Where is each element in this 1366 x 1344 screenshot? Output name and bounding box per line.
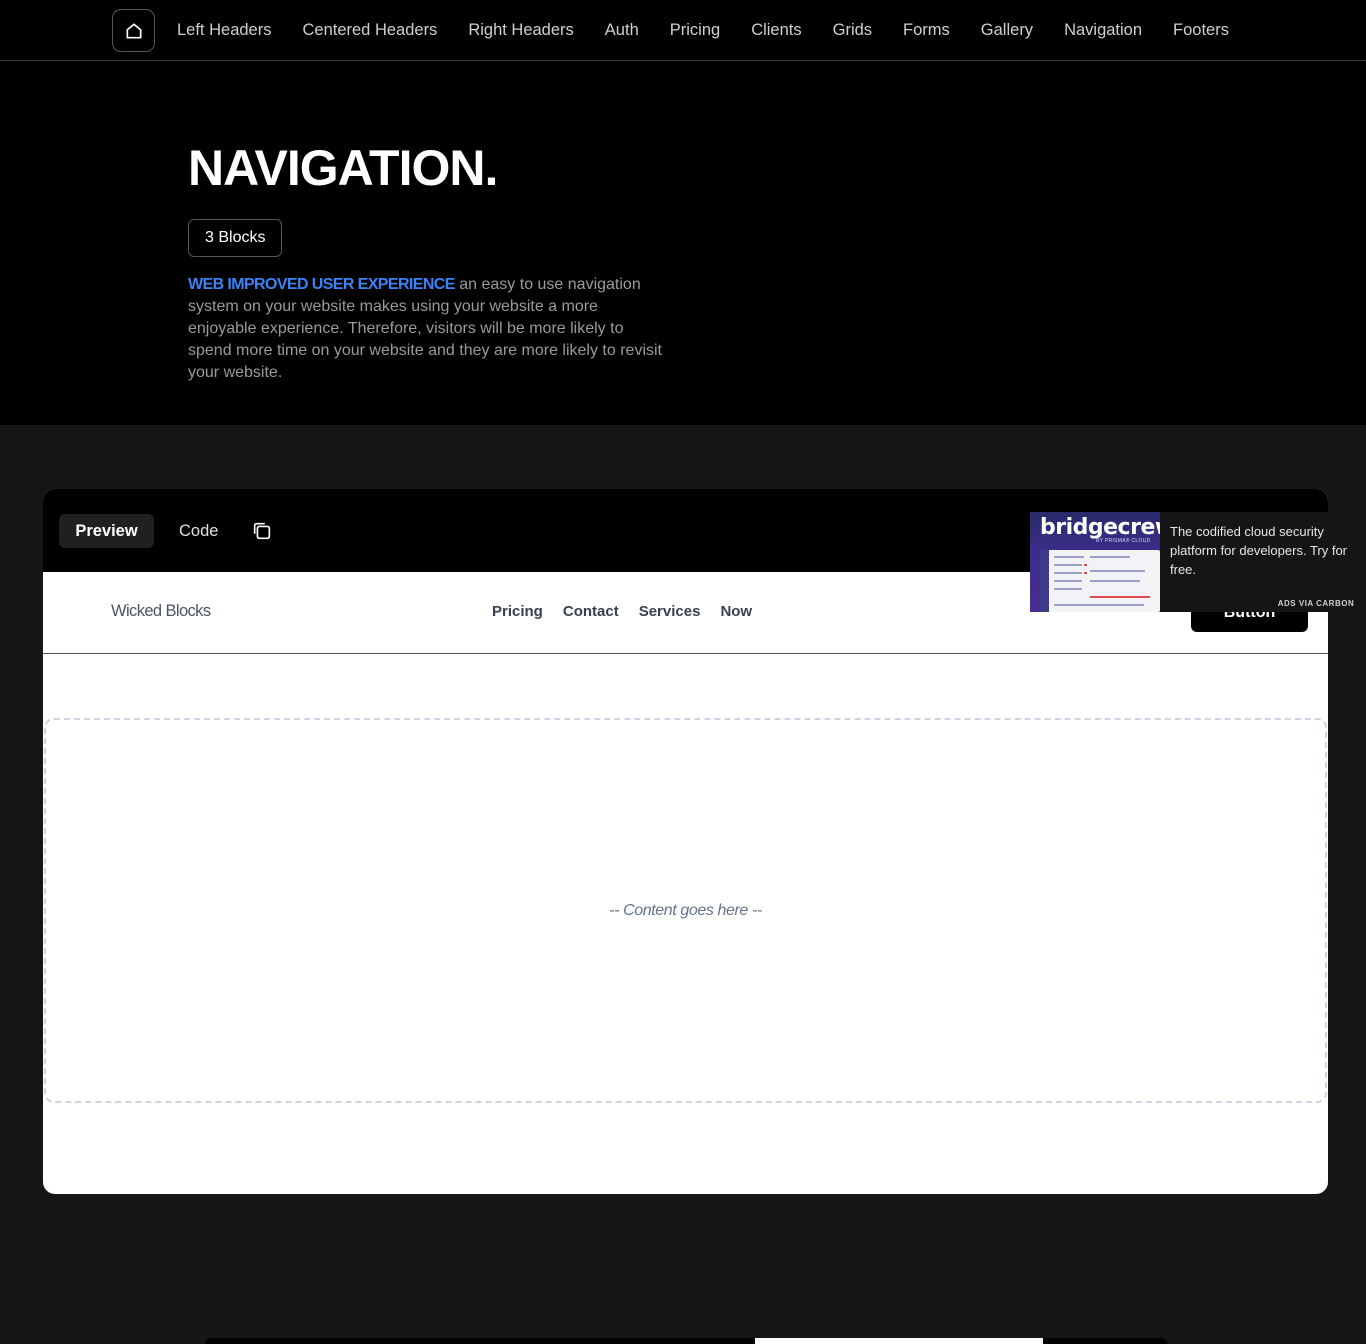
nav-link-clients[interactable]: Clients	[751, 21, 801, 40]
nav-link-navigation[interactable]: Navigation	[1064, 21, 1142, 40]
blocks-count-badge: 3 Blocks	[188, 219, 283, 257]
ad-screenshot	[1040, 550, 1160, 612]
ad-logo-subtitle: BY PRISMA® CLOUD	[1096, 538, 1151, 544]
preview-link-contact[interactable]: Contact	[563, 603, 619, 620]
nav-link-left-headers[interactable]: Left Headers	[177, 21, 271, 40]
preview-link-now[interactable]: Now	[720, 603, 752, 620]
nav-link-auth[interactable]: Auth	[605, 21, 639, 40]
nav-link-forms[interactable]: Forms	[903, 21, 950, 40]
hero-section: NAVIGATION. 3 Blocks WEB IMPROVED USER E…	[0, 61, 1366, 425]
preview-link-services[interactable]: Services	[639, 603, 701, 620]
home-icon	[126, 23, 141, 39]
nav-link-pricing[interactable]: Pricing	[670, 21, 720, 40]
content-placeholder-text: -- Content goes here --	[609, 901, 762, 919]
ad-logo: bridgecrew	[1040, 515, 1160, 540]
nav-links: Left Headers Centered Headers Right Head…	[177, 0, 1260, 60]
tab-code[interactable]: Code	[179, 514, 218, 548]
tab-preview[interactable]: Preview	[59, 514, 154, 548]
nav-link-grids[interactable]: Grids	[833, 21, 872, 40]
nav-link-footers[interactable]: Footers	[1173, 21, 1229, 40]
next-preview-card	[205, 1338, 1167, 1344]
hero-highlight: WEB IMPROVED USER EXPERIENCE	[188, 276, 455, 293]
content-placeholder-area: -- Content goes here --	[44, 718, 1327, 1103]
ad-via-label[interactable]: ADS VIA CARBON	[1272, 596, 1360, 610]
preview-link-pricing[interactable]: Pricing	[492, 603, 543, 620]
ad-text[interactable]: The codified cloud security platform for…	[1170, 522, 1355, 579]
hero-description: WEB IMPROVED USER EXPERIENCE an easy to …	[188, 274, 663, 384]
nav-link-gallery[interactable]: Gallery	[981, 21, 1033, 40]
preview-nav-links: Pricing Contact Services Now	[492, 603, 752, 620]
nav-link-centered-headers[interactable]: Centered Headers	[302, 21, 437, 40]
copy-icon[interactable]	[251, 520, 273, 542]
page-title: NAVIGATION.	[188, 140, 498, 196]
home-button[interactable]	[112, 9, 155, 52]
top-navigation: Left Headers Centered Headers Right Head…	[0, 0, 1366, 61]
ad-image[interactable]: bridgecrew BY PRISMA® CLOUD	[1030, 512, 1160, 612]
nav-link-right-headers[interactable]: Right Headers	[468, 21, 573, 40]
preview-brand[interactable]: Wicked Blocks	[111, 602, 211, 621]
